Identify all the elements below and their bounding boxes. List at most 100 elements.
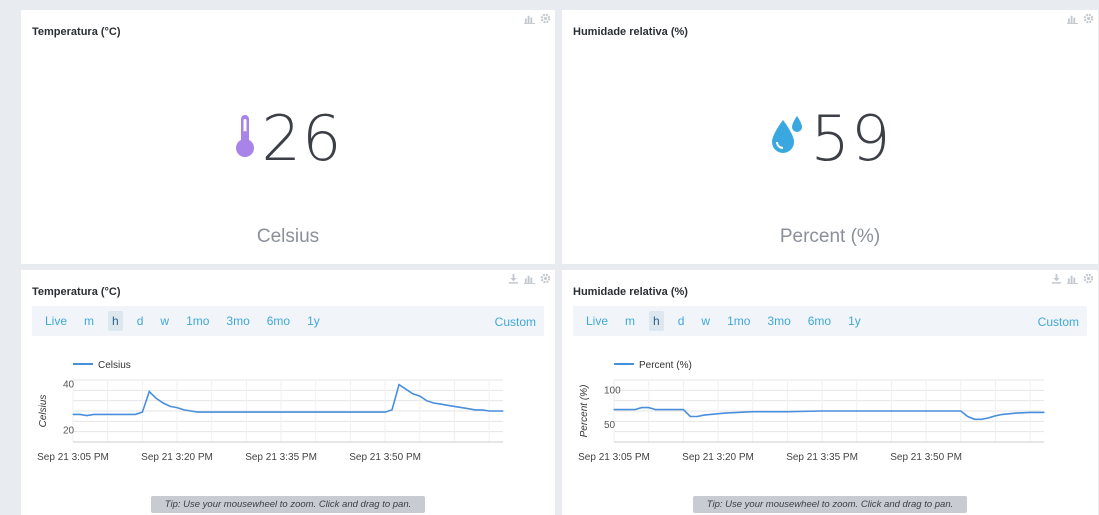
data-point — [488, 410, 490, 412]
chart-view-icon[interactable] — [523, 12, 535, 24]
range-button-m[interactable]: m — [81, 312, 97, 330]
x-tick-label: Sep 21 3:20 PM — [141, 452, 213, 463]
y-tick-label: 40 — [63, 380, 75, 391]
range-button-3mo[interactable]: 3mo — [764, 312, 793, 330]
data-point — [79, 413, 81, 416]
gear-icon[interactable] — [539, 272, 551, 284]
data-point — [460, 406, 462, 409]
data-point — [890, 410, 893, 412]
data-point — [183, 409, 185, 411]
data-point — [398, 383, 400, 386]
data-point — [176, 406, 178, 409]
range-button-live[interactable]: Live — [583, 312, 611, 330]
thermometer-icon — [234, 113, 256, 164]
range-button-1y[interactable]: 1y — [845, 312, 864, 330]
data-point — [689, 415, 691, 418]
data-point — [405, 388, 407, 390]
data-point — [980, 418, 983, 420]
data-point — [974, 418, 976, 420]
range-button-m[interactable]: m — [622, 312, 638, 330]
x-tick-label: Sep 21 3:50 PM — [890, 452, 962, 463]
data-point — [439, 403, 442, 405]
value-row: 26 — [21, 102, 555, 175]
temperature-line-chart[interactable]: 20 40 Sep 21 3:05 PM Sep 21 3:20 PM Sep 21 3… — [21, 350, 555, 475]
data-point — [696, 415, 698, 418]
data-point — [994, 415, 997, 417]
data-point — [391, 409, 393, 411]
humidity-line-chart[interactable]: 50 100 Sep 21 3:05 PM Sep 21 3:20 PM Sep 21 … — [562, 350, 1098, 475]
range-button-6mo[interactable]: 6mo — [264, 312, 293, 330]
data-point — [169, 405, 171, 408]
card-title: Humidade relativa (%) — [573, 26, 688, 38]
data-point — [821, 410, 823, 412]
data-point — [967, 415, 969, 418]
range-button-live[interactable]: Live — [42, 312, 70, 330]
data-point — [786, 411, 788, 413]
range-button-1mo[interactable]: 1mo — [724, 312, 753, 330]
humidity-value-card: Humidade relativa (%) 59 Percent (%) — [562, 10, 1098, 264]
data-point — [162, 402, 164, 404]
data-point — [433, 402, 435, 404]
range-button-3mo[interactable]: 3mo — [223, 312, 252, 330]
data-point — [86, 414, 88, 417]
range-button-h[interactable]: h — [649, 311, 664, 331]
download-icon[interactable] — [1050, 272, 1062, 284]
chart-view-icon[interactable] — [1066, 272, 1078, 284]
data-point — [426, 400, 428, 402]
gear-icon[interactable] — [1082, 272, 1094, 284]
range-button-w[interactable]: w — [698, 312, 713, 330]
data-point — [446, 404, 449, 406]
data-point — [953, 410, 955, 412]
zoom-tip: Tip: Use your mousewheel to zoom. Click … — [21, 496, 555, 513]
data-point — [453, 405, 456, 408]
data-point — [960, 410, 962, 412]
water-drop-icon — [769, 114, 805, 163]
x-tick-label: Sep 21 3:20 PM — [682, 452, 754, 463]
range-button-1mo[interactable]: 1mo — [183, 312, 212, 330]
data-point — [204, 411, 206, 413]
data-point — [682, 409, 684, 411]
data-point — [502, 410, 504, 412]
custom-range-button[interactable]: Custom — [495, 315, 536, 329]
range-button-w[interactable]: w — [157, 312, 172, 330]
range-button-6mo[interactable]: 6mo — [805, 312, 834, 330]
range-button-1y[interactable]: 1y — [304, 312, 323, 330]
data-point — [925, 410, 927, 412]
chart-view-icon[interactable] — [523, 272, 535, 284]
data-point — [655, 409, 657, 411]
chart-view-icon[interactable] — [1066, 12, 1078, 24]
y-tick-label: 50 — [604, 420, 616, 431]
data-point — [474, 409, 476, 411]
data-point — [211, 411, 213, 413]
temperature-value-card: Temperatura (°C) 26 Celsius — [21, 10, 555, 264]
range-button-d[interactable]: d — [675, 312, 688, 330]
data-point — [134, 413, 137, 416]
gear-icon[interactable] — [539, 12, 551, 24]
data-point — [641, 406, 643, 409]
card-title: Humidade relativa (%) — [573, 286, 688, 298]
data-point — [93, 413, 95, 416]
card-tools — [1050, 272, 1094, 284]
y-axis-label: Percent (%) — [579, 385, 590, 438]
data-point — [661, 409, 664, 411]
card-tools — [507, 272, 551, 284]
custom-range-button[interactable]: Custom — [1038, 315, 1079, 329]
data-point — [467, 408, 469, 410]
gear-icon[interactable] — [1082, 12, 1094, 24]
card-title: Temperatura (°C) — [32, 286, 121, 298]
card-tools — [523, 12, 551, 24]
data-point — [648, 406, 650, 409]
range-button-d[interactable]: d — [134, 312, 147, 330]
data-point — [419, 395, 421, 397]
temperature-unit: Celsius — [256, 226, 320, 247]
data-point — [197, 411, 199, 413]
data-point — [634, 409, 636, 411]
data-point — [107, 413, 109, 416]
value-row: 59 — [562, 102, 1098, 175]
card-title: Temperatura (°C) — [32, 26, 121, 38]
data-point — [412, 393, 414, 395]
temperature-chart-card: Temperatura (°C) Live m h d w 1mo 3mo 6mo 1y Cust… — [21, 270, 555, 515]
range-button-h[interactable]: h — [108, 311, 123, 331]
humidity-value: 59 — [810, 102, 892, 175]
download-icon[interactable] — [507, 272, 519, 284]
